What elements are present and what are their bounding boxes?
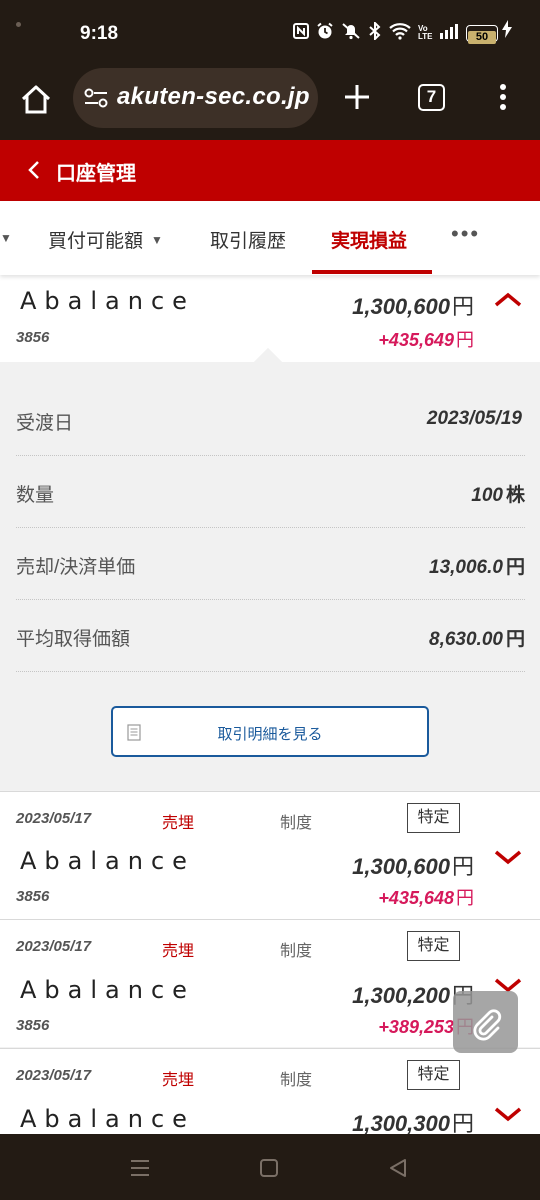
trade-type: 売埋 (162, 1072, 195, 1089)
page-title[interactable]: 口座管理 (56, 157, 136, 186)
caret-down-icon: ▼ (151, 233, 163, 247)
tab-switcher-button[interactable]: 7 (418, 84, 445, 111)
alarm-icon (316, 22, 334, 44)
stock-code: 3856 (16, 1017, 50, 1034)
button-label: 取引明細を見る (217, 726, 323, 743)
margin-type: 制度 (280, 943, 313, 960)
list-item[interactable]: 2023/05/17 売埋 制度 特定 Abalance 3856 1,300,… (0, 791, 540, 919)
status-icons: Vo LTE 50 (293, 20, 498, 44)
recent-apps-icon[interactable] (130, 1158, 150, 1183)
detail-label: 平均取得価額 (16, 629, 131, 650)
wifi-icon (389, 22, 411, 44)
detail-row-avg-cost: 平均取得価額 8,630.00 円 (16, 600, 525, 672)
home-icon[interactable] (18, 82, 54, 118)
paperclip-icon (473, 1009, 502, 1041)
overflow-menu-icon[interactable] (495, 82, 511, 112)
account-type-badge: 特定 (407, 803, 460, 833)
account-type-badge: 特定 (407, 1060, 460, 1090)
stock-name: Abalance (20, 847, 195, 875)
stock-code: 3856 (16, 329, 50, 346)
detail-row-settlement-date: 受渡日 2023/05/19 (16, 384, 525, 456)
scroll-left-caret-icon[interactable]: ▼ (0, 231, 12, 245)
trade-date: 2023/05/17 (16, 810, 92, 827)
battery-level: 50 (468, 30, 496, 44)
realized-gain: +435,648 円 (378, 888, 474, 908)
clock: 9:18 (80, 23, 119, 44)
trade-date: 2023/05/17 (16, 1067, 92, 1084)
tab-strip: ▼ 買付可能額 ▼ 取引履歴 実現損益 ••• (0, 201, 540, 275)
stock-code: 3856 (16, 888, 50, 905)
sell-amount: 1,300,600円 (352, 854, 474, 879)
account-type-badge: 特定 (407, 931, 460, 961)
detail-value: 2023/05/19 (426, 408, 522, 429)
detail-panel: 受渡日 2023/05/19 数量 100 株 売却/決済単価 13,006.0 円… (0, 347, 540, 790)
realized-gain: +435,649 円 (378, 330, 474, 350)
tab-realized-pl[interactable]: 実現損益 (331, 226, 407, 253)
signal-icon (439, 23, 459, 43)
trade-type: 売埋 (162, 815, 195, 832)
detail-label: 受渡日 (16, 413, 74, 434)
trade-date: 2023/05/17 (16, 938, 92, 955)
margin-type: 制度 (280, 1072, 313, 1089)
volte-icon: Vo LTE (418, 24, 433, 41)
trade-type: 売埋 (162, 943, 195, 960)
address-bar[interactable]: akuten-sec.co.jp (73, 68, 318, 128)
nfc-icon (293, 23, 309, 43)
floating-attach-button[interactable] (453, 991, 518, 1053)
tab-label: 買付可能額 (48, 231, 144, 252)
expand-chevron-icon[interactable] (493, 1105, 523, 1123)
detail-row-quantity: 数量 100 株 (16, 456, 525, 528)
detail-row-sell-price: 売却/決済単価 13,006.0 円 (16, 528, 525, 600)
detail-value: 8,630.00 円 (429, 629, 525, 650)
charging-icon (502, 20, 512, 43)
system-nav-bar (0, 1134, 540, 1200)
tab-trade-history[interactable]: 取引履歴 (210, 226, 286, 253)
view-trade-details-button[interactable]: 取引明細を見る (111, 706, 429, 757)
app-header: 口座管理 (0, 140, 540, 201)
detail-value: 13,006.0 円 (429, 557, 525, 578)
mute-icon (341, 22, 361, 44)
tab-buying-power[interactable]: 買付可能額 ▼ (48, 226, 163, 253)
browser-toolbar: akuten-sec.co.jp 7 (0, 68, 540, 140)
detail-value: 100 株 (471, 485, 525, 506)
detail-label: 売却/決済単価 (16, 557, 136, 578)
battery-icon: 50 (466, 24, 498, 44)
sell-amount: 1,300,600円 (352, 294, 474, 319)
active-tab-indicator (312, 270, 432, 274)
more-tabs-icon[interactable]: ••• (451, 221, 480, 247)
detail-label: 数量 (16, 485, 55, 506)
back-triangle-icon[interactable] (388, 1158, 408, 1183)
margin-type: 制度 (280, 815, 313, 832)
stock-name: Abalance (20, 287, 195, 315)
notification-dot (16, 22, 21, 27)
status-bar: 9:18 Vo LTE 50 (0, 0, 540, 68)
stock-name: Abalance (20, 1105, 195, 1133)
site-settings-icon[interactable] (83, 86, 109, 110)
home-button-icon[interactable] (259, 1158, 279, 1183)
stock-name: Abalance (20, 976, 195, 1004)
collapse-chevron-icon[interactable] (493, 291, 523, 309)
url-text[interactable]: akuten-sec.co.jp (117, 83, 310, 111)
bluetooth-icon (368, 20, 382, 44)
back-chevron-icon[interactable] (26, 159, 42, 181)
expand-chevron-icon[interactable] (493, 848, 523, 866)
new-tab-icon[interactable] (340, 80, 374, 114)
